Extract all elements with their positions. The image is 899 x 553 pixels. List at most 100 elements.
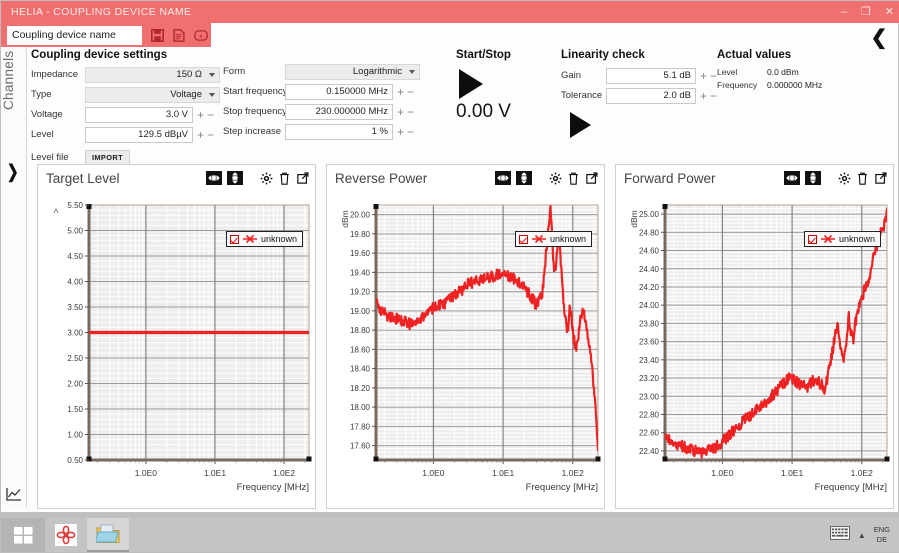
chart-panel-reverse-power: Reverse Power 20.00 19.80 19.60 19.40 19… bbox=[326, 164, 605, 509]
svg-text:3.50: 3.50 bbox=[67, 303, 83, 312]
field-gain: Gain 5.1 dB + − bbox=[561, 67, 717, 84]
stop-frequency-value: 230.000000 MHz bbox=[315, 106, 388, 117]
svg-text:23.20: 23.20 bbox=[639, 374, 660, 383]
minus-icon[interactable]: − bbox=[710, 90, 717, 102]
import-button[interactable]: IMPORT bbox=[85, 150, 130, 165]
close-button[interactable]: ✕ bbox=[885, 6, 894, 18]
plus-icon[interactable]: + bbox=[397, 126, 404, 138]
popout-icon[interactable] bbox=[585, 172, 598, 185]
minus-icon[interactable]: − bbox=[207, 109, 214, 121]
document-icon[interactable] bbox=[173, 28, 185, 42]
chevron-right-icon[interactable]: ❯ bbox=[7, 160, 19, 182]
fit-vertical-icon[interactable] bbox=[227, 171, 243, 185]
gear-icon[interactable] bbox=[838, 172, 851, 185]
legend-checkbox[interactable] bbox=[518, 234, 528, 244]
svg-text:1.0E1: 1.0E1 bbox=[492, 468, 514, 478]
svg-text:18.00: 18.00 bbox=[350, 403, 371, 412]
panel-title: Reverse Power bbox=[335, 170, 428, 186]
field-label: Tolerance bbox=[561, 90, 603, 101]
plot-area[interactable]: 25.00 24.80 24.60 24.40 24.20 24.00 23.80 23.60… bbox=[616, 191, 895, 508]
tolerance-input[interactable]: 2.0 dB bbox=[606, 87, 696, 104]
panel-icons bbox=[206, 171, 309, 185]
plot-area[interactable]: 5.50 5.00 4.50 4.00 3.50 3.00 2.50 2.00 1.50 1.00… bbox=[38, 191, 317, 508]
voltage-input[interactable]: 3.0 V bbox=[85, 106, 193, 123]
save-icon[interactable] bbox=[151, 28, 164, 42]
trash-icon[interactable] bbox=[567, 172, 580, 185]
maximize-restore-button[interactable]: ❐ bbox=[861, 6, 871, 18]
gear-icon[interactable] bbox=[260, 172, 273, 185]
field-step-increase: Step increase 1 % + − bbox=[223, 123, 420, 140]
minus-icon[interactable]: − bbox=[207, 129, 214, 141]
field-label: Start frequency bbox=[223, 86, 288, 97]
trash-icon[interactable] bbox=[278, 172, 291, 185]
linearity-play-triangle-icon[interactable] bbox=[570, 112, 591, 138]
legend-checkbox[interactable] bbox=[807, 234, 817, 244]
trash-icon[interactable] bbox=[856, 172, 869, 185]
chevron-left-icon[interactable]: ❮ bbox=[868, 27, 890, 49]
plus-icon[interactable]: + bbox=[197, 129, 204, 141]
windows-start-icon[interactable] bbox=[1, 518, 45, 552]
chart-legend[interactable]: unknown bbox=[803, 231, 881, 247]
popout-icon[interactable] bbox=[874, 172, 887, 185]
plus-icon[interactable]: + bbox=[197, 109, 204, 121]
form-select[interactable]: Logarithmic bbox=[285, 63, 420, 80]
svg-text:4.00: 4.00 bbox=[67, 278, 83, 287]
plus-icon[interactable]: + bbox=[700, 70, 707, 82]
taskbar-item-file-explorer[interactable] bbox=[87, 518, 129, 552]
svg-text:1.00: 1.00 bbox=[67, 431, 83, 440]
legend-checkbox[interactable] bbox=[229, 234, 239, 244]
step-increase-value: 1 % bbox=[371, 126, 388, 137]
type-select[interactable]: Voltage bbox=[85, 86, 220, 103]
step-increase-input[interactable]: 1 % bbox=[285, 123, 393, 140]
chart-panels: Target Level 5.50 5.00 4.50 4.00 3.50 3.… bbox=[37, 164, 895, 509]
svg-text:2.50: 2.50 bbox=[67, 354, 83, 363]
svg-text:1.0E2: 1.0E2 bbox=[562, 468, 584, 478]
chevron-down-icon bbox=[209, 72, 215, 77]
field-form: Form Logarithmic bbox=[223, 63, 420, 80]
voltage-stepper: + − bbox=[197, 109, 214, 121]
linearity-check-section: Linearity check Gain 5.1 dB + − Toleranc… bbox=[561, 49, 717, 138]
keyboard-icon[interactable] bbox=[829, 525, 850, 545]
stop-frequency-input[interactable]: 230.000000 MHz bbox=[285, 103, 393, 120]
start-stop-section: Start/Stop 0.00 V bbox=[411, 49, 556, 123]
field-label: Type bbox=[31, 89, 52, 100]
field-label: Voltage bbox=[31, 109, 63, 120]
level-input[interactable]: 129.5 dBµV bbox=[85, 126, 193, 143]
field-label: Impedance bbox=[31, 69, 79, 80]
application-window: HELIA - COUPLING DEVICE NAME – ❐ ✕ Coupl… bbox=[0, 0, 899, 553]
play-triangle-icon[interactable] bbox=[459, 69, 483, 99]
fit-horizontal-icon[interactable] bbox=[784, 171, 800, 185]
plot-area[interactable]: 20.00 19.80 19.60 19.40 19.20 19.00 18.80 18.60… bbox=[327, 191, 606, 508]
minimize-button[interactable]: – bbox=[841, 6, 847, 18]
line-chart-icon[interactable] bbox=[5, 486, 23, 502]
minus-icon[interactable]: − bbox=[407, 126, 414, 138]
start-frequency-input[interactable]: 0.150000 MHz bbox=[285, 83, 393, 100]
channels-label: Channels bbox=[1, 51, 16, 111]
popout-icon[interactable] bbox=[296, 172, 309, 185]
chart-legend[interactable]: unknown bbox=[225, 231, 303, 247]
device-name-input[interactable] bbox=[7, 25, 142, 45]
plus-icon[interactable]: + bbox=[397, 86, 404, 98]
gear-icon[interactable] bbox=[549, 172, 562, 185]
start-stop-value: 0.00 V bbox=[456, 101, 511, 122]
svg-text:0.50: 0.50 bbox=[67, 456, 83, 465]
fit-horizontal-icon[interactable] bbox=[495, 171, 511, 185]
language-indicator[interactable]: ENG DE bbox=[874, 525, 890, 545]
fit-vertical-icon[interactable] bbox=[516, 171, 532, 185]
taskbar-item-helia[interactable] bbox=[45, 518, 87, 552]
tray-chevron-icon[interactable]: ▲ bbox=[858, 531, 866, 540]
fit-horizontal-icon[interactable] bbox=[206, 171, 222, 185]
language-line-1: ENG bbox=[873, 525, 890, 534]
plus-icon[interactable]: + bbox=[397, 106, 404, 118]
svg-text:1.0E0: 1.0E0 bbox=[135, 468, 157, 478]
chart-legend[interactable]: unknown bbox=[514, 231, 592, 247]
svg-text:2.00: 2.00 bbox=[67, 380, 83, 389]
impedance-select[interactable]: 150 Ω bbox=[85, 66, 220, 83]
svg-text:Frequency [MHz]: Frequency [MHz] bbox=[815, 482, 887, 493]
fit-vertical-icon[interactable] bbox=[805, 171, 821, 185]
plus-icon[interactable]: + bbox=[700, 90, 707, 102]
clear-icon[interactable]: x bbox=[194, 29, 208, 41]
panel-icons bbox=[784, 171, 887, 185]
minus-icon[interactable]: − bbox=[710, 70, 717, 82]
gain-input[interactable]: 5.1 dB bbox=[606, 67, 696, 84]
